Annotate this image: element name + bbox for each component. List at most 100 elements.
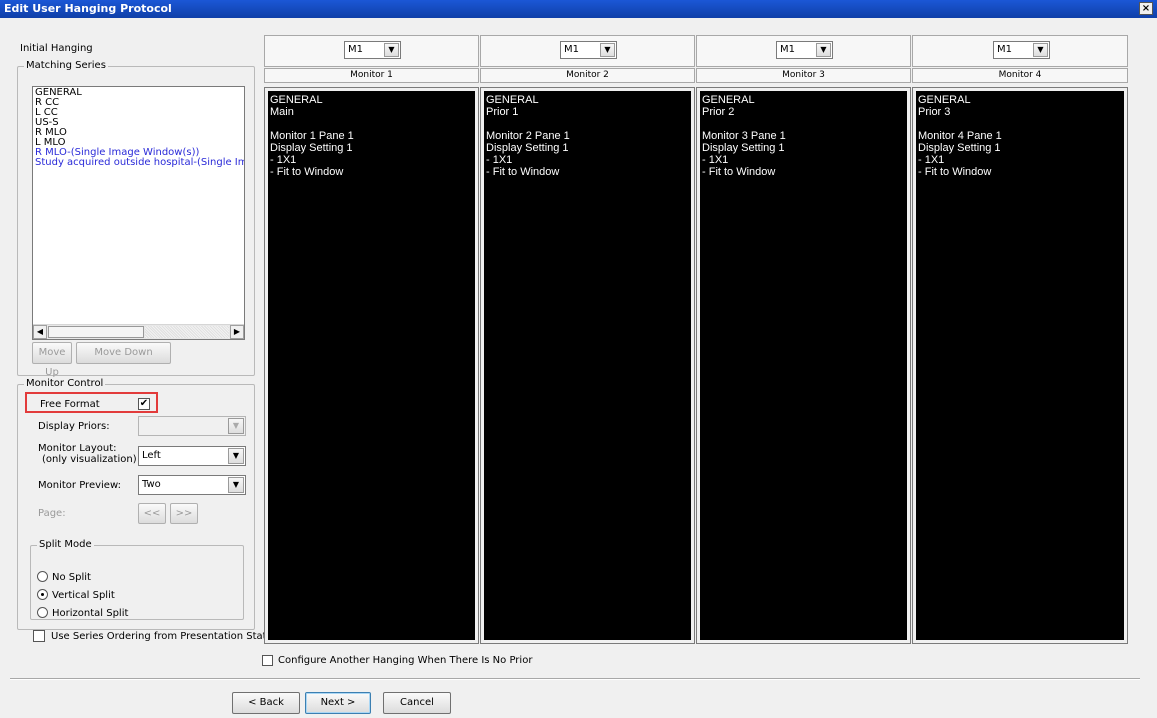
- display-priors-label: Display Priors:: [38, 421, 110, 432]
- footer-divider: [10, 678, 1140, 680]
- list-item[interactable]: GENERAL: [33, 88, 244, 98]
- monitor-pane-frame: GENERAL Prior 2 Monitor 3 Pane 1 Display Se…: [696, 87, 911, 644]
- pane-text-line: GENERAL: [702, 94, 755, 106]
- close-icon[interactable]: ×: [1139, 2, 1153, 15]
- free-format-label: Free Format: [40, 399, 100, 410]
- monitor-select[interactable]: M1 ▼: [560, 41, 617, 59]
- back-button[interactable]: < Back: [232, 692, 300, 714]
- monitor-pane[interactable]: GENERAL Prior 1 Monitor 2 Pane 1 Display Se…: [484, 91, 691, 640]
- next-button[interactable]: Next >: [305, 692, 371, 714]
- page-label: Page:: [38, 508, 66, 519]
- cancel-button[interactable]: Cancel: [383, 692, 451, 714]
- page-prev-button[interactable]: <<: [138, 503, 166, 524]
- pane-text-line: GENERAL: [918, 94, 971, 106]
- pane-text-line: Monitor 3 Pane 1: [702, 130, 786, 142]
- pane-text-line: Display Setting 1: [486, 142, 569, 154]
- split-radio-no-split[interactable]: [37, 571, 48, 582]
- move-up-button[interactable]: Move Up: [32, 342, 72, 378]
- monitor-name: Monitor 2: [480, 68, 695, 83]
- monitor-pane-frame: GENERAL Prior 3 Monitor 4 Pane 1 Display Se…: [912, 87, 1128, 644]
- monitor-layout-value: Left: [142, 450, 161, 461]
- use-series-ordering-checkbox[interactable]: [33, 630, 45, 642]
- split-option-label: Horizontal Split: [52, 608, 129, 619]
- split-radio-horizontal-split[interactable]: [37, 607, 48, 618]
- matching-series-list[interactable]: GENERAL R CC L CC US-S R MLO L MLO R MLO-(Sing…: [32, 86, 245, 340]
- monitor-pane[interactable]: GENERAL Prior 2 Monitor 3 Pane 1 Display Se…: [700, 91, 907, 640]
- monitor-select[interactable]: M1 ▼: [993, 41, 1050, 59]
- monitor-preview-select[interactable]: Two ▼: [138, 475, 246, 495]
- pane-text-line: Display Setting 1: [702, 142, 785, 154]
- use-series-ordering-label: Use Series Ordering from Presentation St…: [51, 631, 273, 642]
- pane-text-line: - Fit to Window: [270, 166, 344, 178]
- monitor-select[interactable]: M1 ▼: [776, 41, 833, 59]
- pane-text-line: [918, 118, 1122, 130]
- pane-text-line: [270, 118, 473, 130]
- scroll-track[interactable]: [145, 326, 229, 338]
- monitor-pane[interactable]: GENERAL Main Monitor 1 Pane 1 Display Setti…: [268, 91, 475, 640]
- monitor-header: M1 ▼: [696, 35, 911, 67]
- pane-text-line: - Fit to Window: [918, 166, 992, 178]
- scroll-thumb[interactable]: [48, 326, 144, 338]
- monitor-name: Monitor 3: [696, 68, 911, 83]
- horizontal-scrollbar[interactable]: ◀ ▶: [33, 324, 244, 339]
- monitor-preview-label: Monitor Preview:: [38, 480, 121, 491]
- chevron-down-icon[interactable]: ▼: [600, 43, 615, 57]
- monitor-select-value: M1: [997, 44, 1012, 55]
- split-option-label: No Split: [52, 572, 91, 583]
- pane-text-line: Monitor 2 Pane 1: [486, 130, 570, 142]
- back-label: < Back: [248, 697, 284, 708]
- monitor-select-value: M1: [564, 44, 579, 55]
- list-item[interactable]: R CC: [33, 98, 244, 108]
- pane-text-line: Prior 1: [486, 106, 519, 118]
- pane-text-line: Monitor 4 Pane 1: [918, 130, 1002, 142]
- pane-text-line: GENERAL: [270, 94, 323, 106]
- pane-text-line: Prior 2: [702, 106, 735, 118]
- pane-text-line: [486, 118, 689, 130]
- pane-text-line: - Fit to Window: [486, 166, 560, 178]
- chevron-down-icon[interactable]: ▼: [1033, 43, 1048, 57]
- monitor-header: M1 ▼: [264, 35, 479, 67]
- monitor-layout-sublabel: (only visualization): [42, 454, 137, 465]
- split-radio-vertical-split[interactable]: [37, 589, 48, 600]
- list-item[interactable]: L CC: [33, 108, 244, 118]
- cancel-label: Cancel: [400, 697, 434, 708]
- chevron-down-icon[interactable]: ▼: [228, 418, 244, 434]
- configure-another-checkbox[interactable]: [262, 655, 273, 666]
- pane-text-line: Display Setting 1: [918, 142, 1001, 154]
- pane-text-line: Main: [270, 106, 294, 118]
- monitor-pane[interactable]: GENERAL Prior 3 Monitor 4 Pane 1 Display Se…: [916, 91, 1124, 640]
- pane-text-line: - 1X1: [486, 154, 513, 166]
- monitor-control-legend: Monitor Control: [24, 378, 106, 389]
- monitor-select-value: M1: [348, 44, 363, 55]
- chevron-down-icon[interactable]: ▼: [228, 448, 244, 464]
- chevron-down-icon[interactable]: ▼: [384, 43, 399, 57]
- free-format-checkbox[interactable]: ✔: [138, 398, 150, 410]
- chevron-down-icon[interactable]: ▼: [228, 477, 244, 493]
- next-label: Next >: [320, 697, 356, 708]
- monitor-preview-value: Two: [142, 479, 161, 490]
- check-icon: ✔: [139, 398, 149, 409]
- matching-series-legend: Matching Series: [24, 60, 108, 71]
- chevron-down-icon[interactable]: ▼: [816, 43, 831, 57]
- list-item[interactable]: Study acquired outside hospital-(Single …: [33, 158, 244, 168]
- pane-text-line: [702, 118, 905, 130]
- monitor-select-value: M1: [780, 44, 795, 55]
- monitor-name: Monitor 4: [912, 68, 1128, 83]
- move-down-button[interactable]: Move Down: [76, 342, 171, 364]
- pane-text-line: - 1X1: [918, 154, 945, 166]
- monitor-name: Monitor 1: [264, 68, 479, 83]
- monitor-select[interactable]: M1 ▼: [344, 41, 401, 59]
- pane-text-line: Prior 3: [918, 106, 951, 118]
- display-priors-select[interactable]: ▼: [138, 416, 246, 436]
- pane-text-line: - 1X1: [702, 154, 729, 166]
- monitor-pane-frame: GENERAL Prior 1 Monitor 2 Pane 1 Display Se…: [480, 87, 695, 644]
- pane-text-line: Monitor 1 Pane 1: [270, 130, 354, 142]
- configure-another-label: Configure Another Hanging When There Is …: [278, 655, 533, 666]
- arrow-right-icon[interactable]: ▶: [230, 325, 244, 339]
- dialog-body: Initial Hanging Matching Series GENERAL R…: [0, 18, 1157, 718]
- window-title: Edit User Hanging Protocol: [4, 2, 172, 15]
- arrow-left-icon[interactable]: ◀: [33, 325, 47, 339]
- monitor-layout-select[interactable]: Left ▼: [138, 446, 246, 466]
- page-next-button[interactable]: >>: [170, 503, 198, 524]
- monitor-layout-label: Monitor Layout:: [38, 443, 117, 454]
